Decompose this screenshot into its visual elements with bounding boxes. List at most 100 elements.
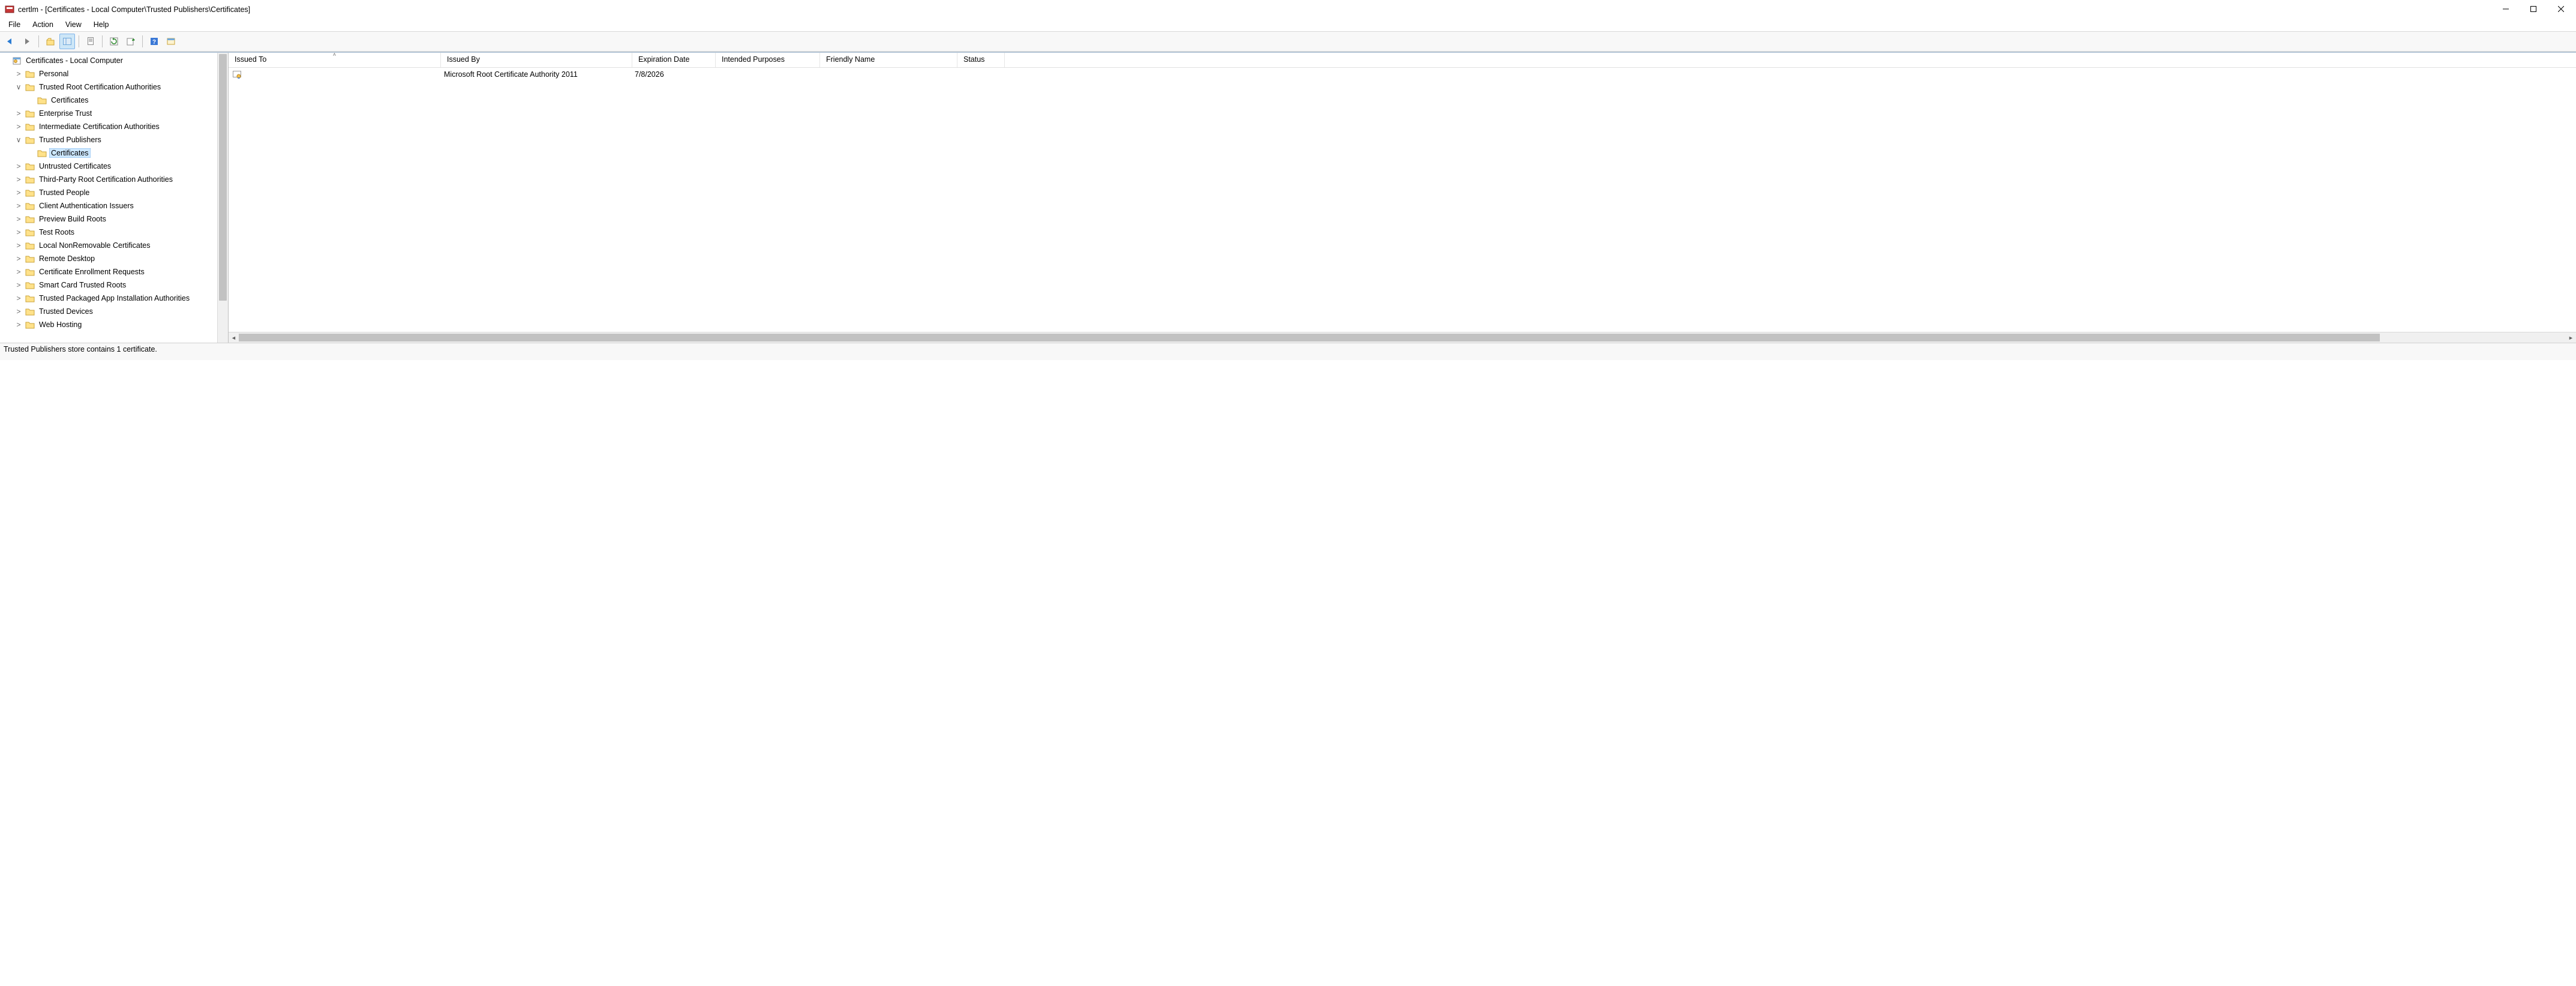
chevron-right-icon[interactable]: > xyxy=(14,281,23,289)
refresh-button[interactable] xyxy=(106,34,122,49)
column-label: Issued To xyxy=(235,55,266,64)
menu-help[interactable]: Help xyxy=(88,19,115,30)
toolbar: ? xyxy=(0,32,2576,52)
chevron-right-icon[interactable]: > xyxy=(14,109,23,118)
chevron-right-icon[interactable]: > xyxy=(14,268,23,276)
tree-item-label: Trusted People xyxy=(37,188,91,197)
chevron-right-icon[interactable]: > xyxy=(14,202,23,210)
tree-item[interactable]: > Preview Build Roots xyxy=(0,212,217,226)
mmc-window: certlm - [Certificates - Local Computer\… xyxy=(0,0,2576,360)
tree-item-label: Trusted Publishers xyxy=(37,136,103,144)
tree-item[interactable]: >Remote Desktop xyxy=(0,252,217,265)
tree-item-label: Web Hosting xyxy=(37,320,83,329)
folder-icon xyxy=(25,268,35,276)
chevron-right-icon[interactable]: > xyxy=(14,122,23,131)
certificate-list[interactable]: Microsoft Root Certificate Authority 201… xyxy=(229,68,2576,332)
tree-item[interactable]: >Trusted Devices xyxy=(0,305,217,318)
tree-item[interactable]: >Certificate Enrollment Requests xyxy=(0,265,217,278)
help-button[interactable]: ? xyxy=(146,34,162,49)
column-label: Expiration Date xyxy=(638,55,689,64)
tree-root[interactable]: Certificates - Local Computer xyxy=(0,54,217,67)
folder-icon xyxy=(25,320,35,329)
tree-item[interactable]: >Third-Party Root Certification Authorit… xyxy=(0,173,217,186)
scroll-left-icon[interactable]: ◄ xyxy=(229,332,239,343)
tree-item[interactable]: > Client Authentication Issuers xyxy=(0,199,217,212)
tree-item[interactable]: > Intermediate Certification Authorities xyxy=(0,120,217,133)
chevron-down-icon[interactable]: ∨ xyxy=(14,83,23,91)
tree-item[interactable]: > Smart Card Trusted Roots xyxy=(0,278,217,292)
app-icon xyxy=(5,4,14,14)
chevron-down-icon[interactable]: ∨ xyxy=(14,136,23,144)
tree-item[interactable]: Certificates xyxy=(0,146,217,160)
export-button[interactable] xyxy=(123,34,139,49)
maximize-button[interactable] xyxy=(2520,0,2547,18)
column-header[interactable]: Status xyxy=(957,53,1005,67)
toolbar-separator xyxy=(38,35,39,47)
back-button[interactable] xyxy=(2,34,18,49)
tree-item-label: Client Authentication Issuers xyxy=(37,202,136,210)
folder-icon xyxy=(25,162,35,170)
tree-item[interactable]: >Enterprise Trust xyxy=(0,107,217,120)
chevron-right-icon[interactable]: > xyxy=(14,215,23,223)
folder-icon xyxy=(25,215,35,223)
chevron-right-icon[interactable]: > xyxy=(14,254,23,263)
menu-action[interactable]: Action xyxy=(26,19,59,30)
menu-file[interactable]: File xyxy=(2,19,26,30)
chevron-right-icon[interactable]: > xyxy=(14,188,23,197)
column-header[interactable]: ˄Issued To xyxy=(229,53,441,67)
close-button[interactable] xyxy=(2547,0,2575,18)
tree-item[interactable]: Certificates xyxy=(0,94,217,107)
list-scrollbar[interactable]: ◄ ► xyxy=(229,332,2576,343)
column-header[interactable]: Expiration Date xyxy=(632,53,716,67)
certificate-row[interactable]: Microsoft Root Certificate Authority 201… xyxy=(229,68,2576,81)
column-header[interactable]: Intended Purposes xyxy=(716,53,820,67)
tree-item-label: Preview Build Roots xyxy=(37,215,108,223)
folder-icon xyxy=(25,175,35,184)
chevron-right-icon[interactable]: > xyxy=(14,162,23,170)
tree-item-label: Intermediate Certification Authorities xyxy=(37,122,161,131)
tree-item[interactable]: > Test Roots xyxy=(0,226,217,239)
chevron-right-icon[interactable]: > xyxy=(14,241,23,250)
tree-item-label: Local NonRemovable Certificates xyxy=(37,241,152,250)
menu-view[interactable]: View xyxy=(59,19,88,30)
chevron-right-icon[interactable]: > xyxy=(14,320,23,329)
show-hide-tree-button[interactable] xyxy=(59,34,75,49)
chevron-right-icon[interactable]: > xyxy=(14,175,23,184)
tree-item-label: Test Roots xyxy=(37,228,76,236)
tree-item-label: Smart Card Trusted Roots xyxy=(37,281,128,289)
copy-button[interactable] xyxy=(83,34,98,49)
tree-item[interactable]: > Trusted People xyxy=(0,186,217,199)
tree-scrollbar[interactable] xyxy=(217,53,228,343)
scroll-right-icon[interactable]: ► xyxy=(2566,332,2576,343)
column-headers: ˄Issued To Issued By Expiration Date Intend… xyxy=(229,53,2576,68)
tree-item[interactable]: > Personal xyxy=(0,67,217,80)
chevron-right-icon[interactable]: > xyxy=(14,228,23,236)
toolbar-separator xyxy=(102,35,103,47)
minimize-button[interactable] xyxy=(2492,0,2520,18)
list-pane: ˄Issued To Issued By Expiration Date Intend… xyxy=(229,53,2576,343)
tree-item[interactable]: ∨ Trusted Publishers xyxy=(0,133,217,146)
properties-button[interactable] xyxy=(163,34,179,49)
tree-item-label: Untrusted Certificates xyxy=(37,162,113,170)
folder-icon xyxy=(25,83,35,91)
tree-item-label: Personal xyxy=(37,70,70,78)
tree-item[interactable]: > Local NonRemovable Certificates xyxy=(0,239,217,252)
tree-item[interactable]: ∨Trusted Root Certification Authorities xyxy=(0,80,217,94)
tree-item[interactable]: > Web Hosting xyxy=(0,318,217,331)
folder-icon xyxy=(37,149,47,157)
tree-pane: Certificates - Local Computer>Personal∨T… xyxy=(0,53,229,343)
column-label: Issued By xyxy=(447,55,480,64)
chevron-right-icon[interactable]: > xyxy=(14,70,23,78)
forward-button[interactable] xyxy=(19,34,35,49)
column-header[interactable]: Friendly Name xyxy=(820,53,957,67)
folder-icon xyxy=(25,241,35,250)
tree-item[interactable]: > Untrusted Certificates xyxy=(0,160,217,173)
tree-root-label: Certificates - Local Computer xyxy=(24,56,125,65)
tree-item[interactable]: >Trusted Packaged App Installation Autho… xyxy=(0,292,217,305)
chevron-right-icon[interactable]: > xyxy=(14,294,23,302)
certificate-tree[interactable]: Certificates - Local Computer>Personal∨T… xyxy=(0,53,217,332)
folder-icon xyxy=(25,254,35,263)
up-button[interactable] xyxy=(43,34,58,49)
column-header[interactable]: Issued By xyxy=(441,53,632,67)
chevron-right-icon[interactable]: > xyxy=(14,307,23,316)
